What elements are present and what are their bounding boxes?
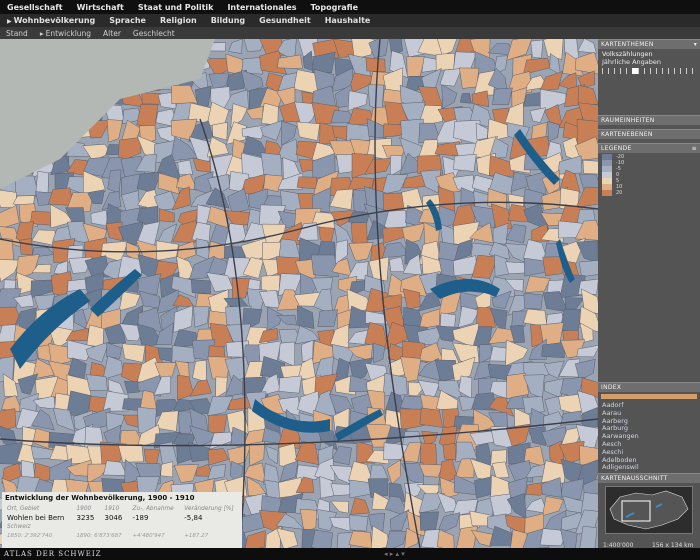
- index-item[interactable]: Aesch: [602, 441, 696, 449]
- kartenausschnitt-header[interactable]: KARTENAUSSCHNITT: [598, 473, 700, 484]
- side-panel: KARTENTHEMEN ▾ Volkszählungen Jährliche A…: [598, 39, 700, 548]
- info-place: Wohlen bei Bern: [7, 513, 65, 522]
- overview-map[interactable]: [605, 486, 693, 535]
- info-header-percent: Veränderung [%]: [184, 505, 234, 512]
- index-item[interactable]: Aadorf: [602, 402, 696, 410]
- index-item[interactable]: Adligenswil: [602, 464, 696, 472]
- nav-arrows-icon[interactable]: ◂ ▸ ▴ ▾: [384, 550, 405, 558]
- index-item[interactable]: Aarau: [602, 410, 696, 418]
- legende-header[interactable]: LEGENDE ≡: [598, 143, 700, 153]
- nav-wirtschaft[interactable]: Wirtschaft: [70, 3, 131, 12]
- info-header-1910: 1910: [104, 505, 120, 512]
- info-value-1900: 3235: [76, 513, 95, 522]
- map-canvas[interactable]: [0, 39, 598, 548]
- nav-haushalte[interactable]: Haushalte: [318, 16, 378, 25]
- nav-geschlecht[interactable]: Geschlecht: [127, 29, 181, 38]
- nav-gesundheit[interactable]: Gesundheit: [252, 16, 318, 25]
- info-value-percent: -5,84: [184, 513, 203, 522]
- primary-nav: Gesellschaft Wirtschaft Staat und Politi…: [0, 0, 700, 14]
- nav-bildung[interactable]: Bildung: [204, 16, 252, 25]
- info-box: Entwicklung der Wohnbevölkerung, 1900 - …: [2, 492, 242, 548]
- timeline-slider[interactable]: [602, 68, 696, 74]
- info-ref-percent: +187.27: [184, 532, 209, 539]
- nav-wohnbevoelkerung[interactable]: Wohnbevölkerung: [0, 16, 102, 25]
- info-header-place: Ort, Gebiet: [7, 505, 40, 512]
- nav-staat-politik[interactable]: Staat und Politik: [131, 3, 221, 12]
- nav-alter[interactable]: Alter: [97, 29, 127, 38]
- legend-label: 20: [616, 190, 623, 196]
- index-item[interactable]: Aarberg: [602, 418, 696, 426]
- legend-row: 20: [602, 190, 696, 196]
- theme-volkszaehlungen[interactable]: Volkszählungen: [602, 50, 696, 58]
- info-ref-1850: 1850: 2'392'740: [7, 532, 53, 539]
- info-title: Entwicklung der Wohnbevölkerung, 1900 - …: [5, 494, 195, 502]
- info-header-1900: 1900: [76, 505, 92, 512]
- bottom-bar: ATLAS DER SCHWEIZ ◂ ▸ ▴ ▾: [0, 548, 700, 560]
- kartenebenen-header[interactable]: KARTENEBENEN: [598, 129, 700, 139]
- index-list: Aadorf Aarau Aarberg Aarburg Aarwangen Aesch A…: [598, 401, 700, 473]
- info-ref-1890: 1890: 6'873'687: [76, 532, 122, 539]
- index-search-field[interactable]: [601, 394, 697, 399]
- index-item[interactable]: Adelboden: [602, 457, 696, 465]
- kartenthemen-header[interactable]: KARTENTHEMEN ▾: [598, 39, 700, 49]
- info-ref-change: +4'480'947: [132, 532, 165, 539]
- nav-sprache[interactable]: Sprache: [102, 16, 153, 25]
- info-ref-label: Schweiz: [7, 523, 31, 530]
- info-table: Ort, Gebiet 1900 1910 Zu-, Abnahme Verän…: [4, 504, 242, 540]
- nav-entwicklung[interactable]: Entwicklung: [34, 29, 97, 38]
- nav-stand[interactable]: Stand: [0, 29, 34, 38]
- themes-list: Volkszählungen Jährliche Angaben: [598, 49, 700, 77]
- info-value-change: -189: [132, 513, 149, 522]
- raumeinheiten-header[interactable]: RAUMEINHEITEN: [598, 115, 700, 125]
- brand-logo: ATLAS DER SCHWEIZ: [4, 550, 102, 558]
- timeline-thumb[interactable]: [632, 68, 638, 74]
- choropleth-map[interactable]: [0, 39, 598, 548]
- legend: -20 -10 -5 0 5 10 20: [598, 153, 700, 197]
- legend-swatch: [602, 190, 612, 196]
- secondary-nav: Wohnbevölkerung Sprache Religion Bildung…: [0, 14, 700, 27]
- index-item[interactable]: Aeschi: [602, 449, 696, 457]
- nav-internationales[interactable]: Internationales: [220, 3, 303, 12]
- info-header-change: Zu-, Abnahme: [132, 505, 174, 512]
- overview-switzerland: [609, 490, 689, 530]
- index-header[interactable]: INDEX: [598, 382, 700, 392]
- tertiary-nav: Stand Entwicklung Alter Geschlecht: [0, 27, 700, 39]
- index-item[interactable]: Aarwangen: [602, 433, 696, 441]
- index-item[interactable]: Aarburg: [602, 425, 696, 433]
- nav-topografie[interactable]: Topografie: [304, 3, 366, 12]
- nav-religion[interactable]: Religion: [153, 16, 204, 25]
- theme-jaehrliche[interactable]: Jährliche Angaben: [602, 58, 696, 66]
- nav-gesellschaft[interactable]: Gesellschaft: [0, 3, 70, 12]
- info-value-1910: 3046: [104, 513, 123, 522]
